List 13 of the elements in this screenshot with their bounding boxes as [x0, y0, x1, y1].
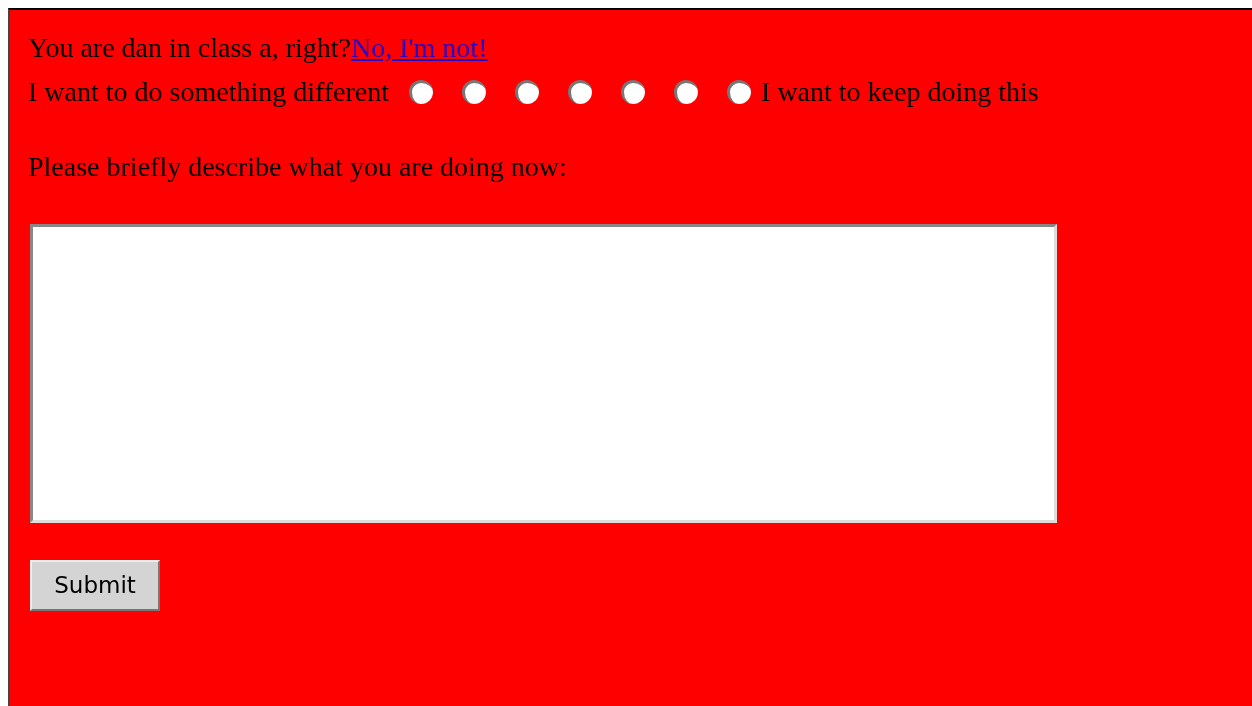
- prompt-text: Please briefly describe what you are doing now:: [28, 151, 567, 182]
- radio-button[interactable]: [727, 80, 752, 104]
- radio-button[interactable]: [674, 80, 699, 104]
- scale-low-label: I want to do something different: [28, 75, 390, 109]
- scale-high-label: I want to keep doing this: [761, 75, 1039, 109]
- description-field[interactable]: [30, 224, 1057, 523]
- radio-button[interactable]: [409, 80, 434, 104]
- radio-button[interactable]: [621, 80, 646, 104]
- submit-button[interactable]: Submit: [30, 560, 160, 611]
- radio-button[interactable]: [515, 80, 540, 104]
- radio-button[interactable]: [568, 80, 593, 104]
- question-text: You are dan in class a, right?: [28, 31, 351, 65]
- radio-button[interactable]: [462, 80, 487, 104]
